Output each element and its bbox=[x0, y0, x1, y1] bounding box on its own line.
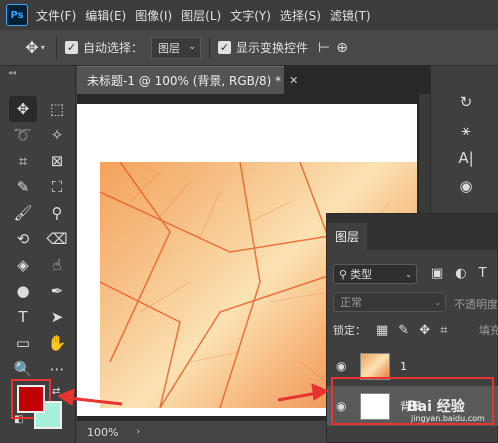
photoshop-window: Ps 文件(F) 编辑(E) 图像(I) 图层(L) 文字(Y) 选择(S) 滤… bbox=[0, 0, 498, 443]
annotation-arrows bbox=[56, 383, 330, 406]
foreground-color-swatch[interactable] bbox=[17, 385, 45, 413]
